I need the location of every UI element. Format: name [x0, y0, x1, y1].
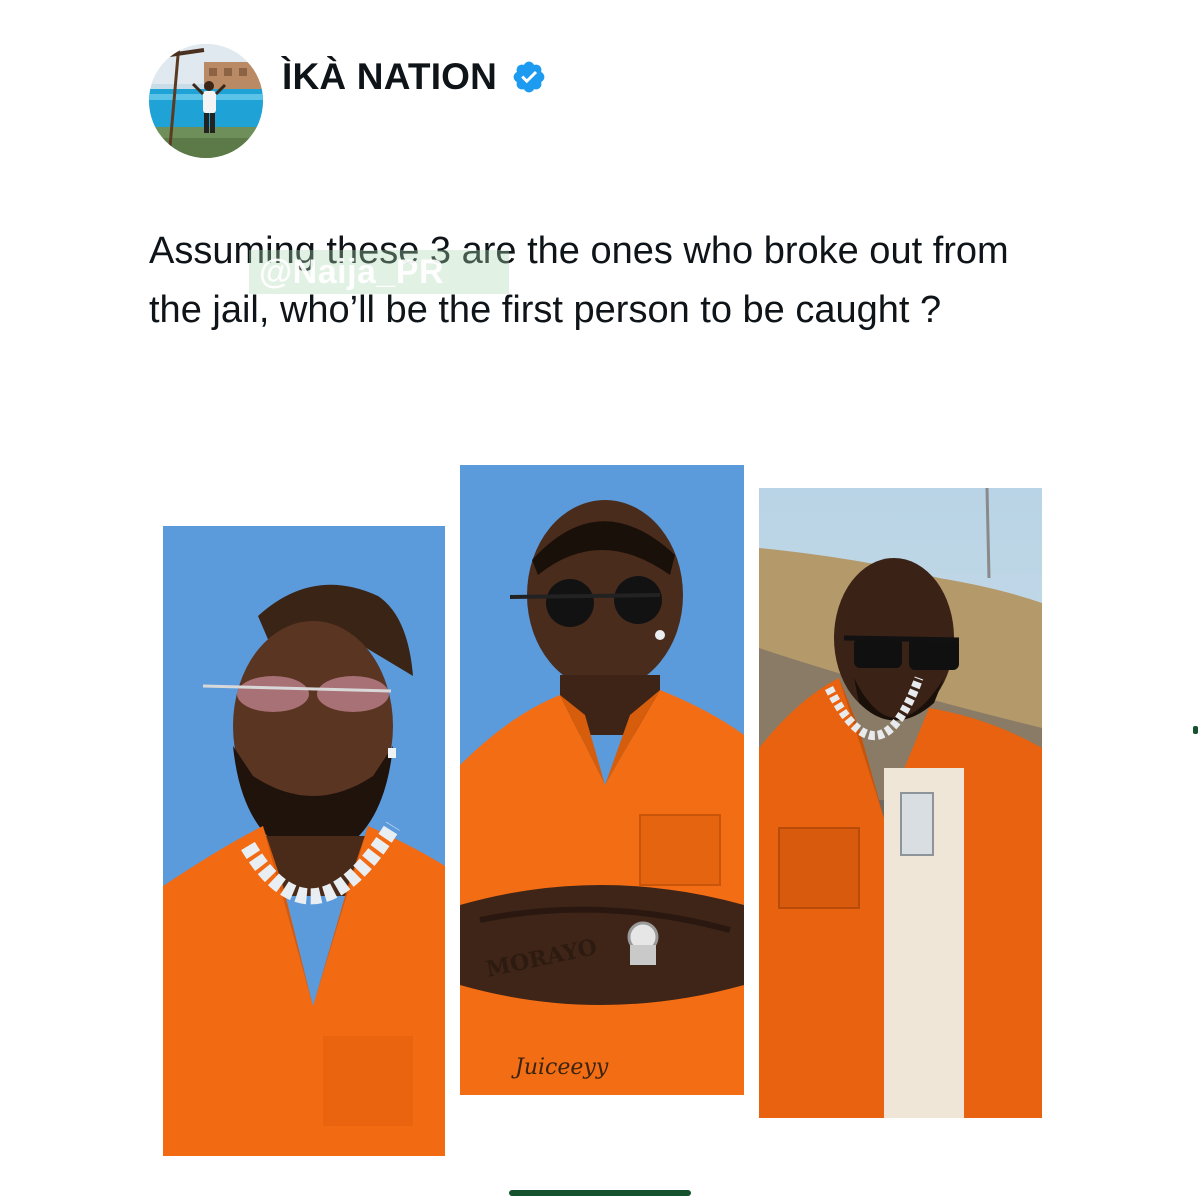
photo-person-3	[759, 488, 1042, 1118]
author-display-name[interactable]: ÌKÀ NATION	[282, 52, 497, 102]
tweet-screenshot: ÌKÀ NATION Assuming these 3 are the ones…	[0, 0, 1200, 1200]
edge-indicator	[1193, 726, 1198, 734]
avatar-photo	[149, 44, 263, 158]
photographer-signature: Juiceeyy	[515, 1055, 609, 1080]
media-photo-2[interactable]: MORAYO Juiceeyy	[460, 465, 744, 1095]
photo-person-2: MORAYO	[460, 465, 744, 1095]
media-photo-3[interactable]	[759, 488, 1042, 1118]
home-indicator[interactable]	[509, 1190, 691, 1196]
verified-badge-icon	[513, 61, 545, 93]
avatar[interactable]	[149, 44, 263, 158]
media-photo-1[interactable]	[163, 526, 445, 1156]
photo-person-1	[163, 526, 445, 1156]
author-display-name-row[interactable]: ÌKÀ NATION	[282, 52, 547, 102]
watermark: @Naija_PR	[249, 250, 509, 294]
